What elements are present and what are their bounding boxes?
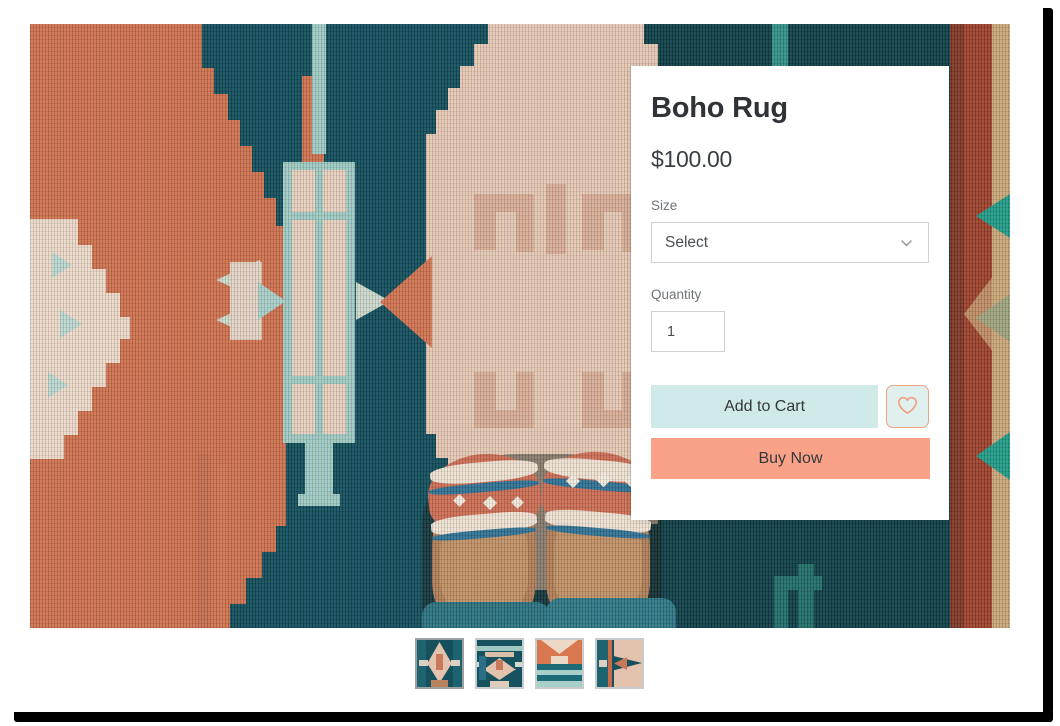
thumbnail-3[interactable] <box>535 638 584 689</box>
thumbnail-strip <box>415 638 644 689</box>
heart-icon <box>897 396 918 418</box>
size-select-value: Select <box>665 233 709 251</box>
chevron-down-icon <box>900 236 913 249</box>
size-select[interactable]: Select <box>651 222 929 264</box>
product-price: $100.00 <box>651 146 733 173</box>
thumbnail-4[interactable] <box>595 638 644 689</box>
thumbnail-1[interactable] <box>415 638 464 689</box>
quantity-value: 1 <box>667 323 676 340</box>
window-shadow-bottom <box>14 712 1053 722</box>
product-detail-card: Boho Rug $100.00 Size Select Quantity 1 <box>631 66 949 520</box>
window-shadow-right <box>1043 8 1053 714</box>
quantity-label: Quantity <box>651 287 702 303</box>
screenshot-root: Boho Rug $100.00 Size Select Quantity 1 <box>0 0 1060 726</box>
quantity-input[interactable]: 1 <box>651 311 725 353</box>
favorite-button[interactable] <box>886 385 929 429</box>
add-to-cart-button[interactable]: Add to Cart <box>651 385 879 429</box>
primary-action-row: Add to Cart <box>651 385 929 429</box>
product-title: Boho Rug <box>651 92 788 124</box>
size-label: Size <box>651 198 678 214</box>
thumbnail-2[interactable] <box>475 638 524 689</box>
buy-now-button[interactable]: Buy Now <box>651 438 930 480</box>
browser-window: Boho Rug $100.00 Size Select Quantity 1 <box>0 0 1043 712</box>
